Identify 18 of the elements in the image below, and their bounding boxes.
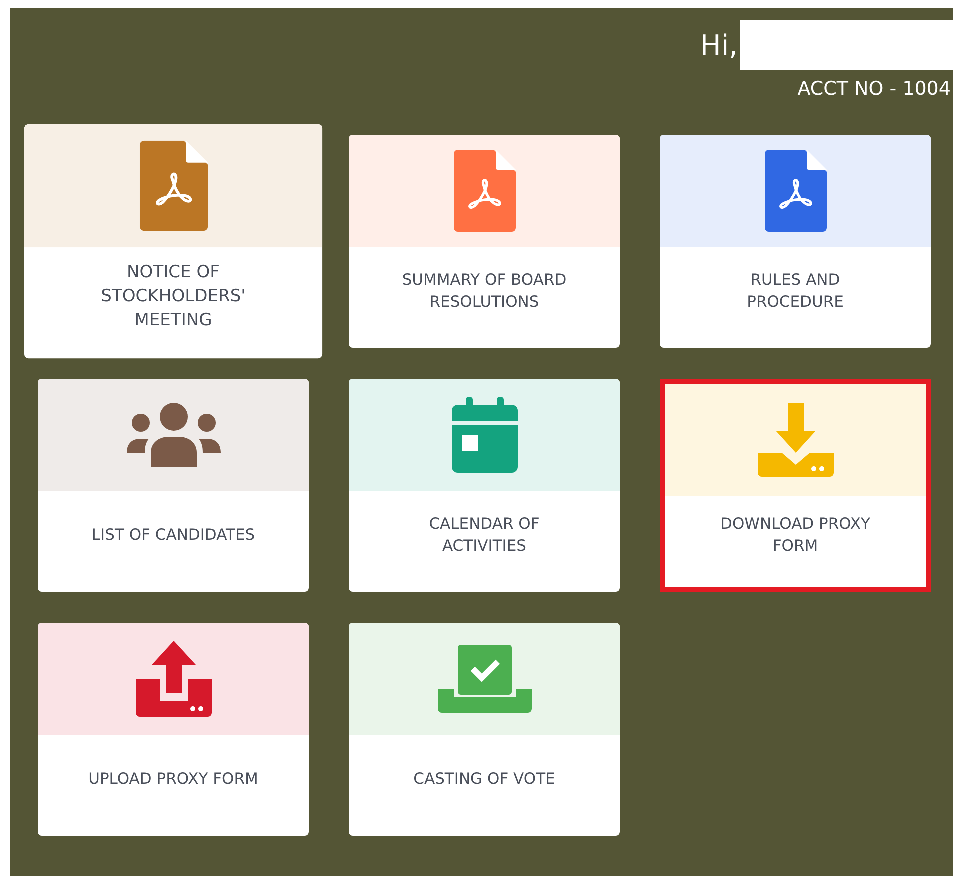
menu-card[interactable]: NOTICE OF STOCKHOLDERS' MEETING (24, 124, 323, 359)
card-title: UPLOAD PROXY FORM (88, 768, 260, 790)
menu-card[interactable]: LIST OF CANDIDATES (38, 379, 309, 592)
card-title: LIST OF CANDIDATES (90, 524, 256, 546)
menu-card[interactable]: SUMMARY OF BOARD RESOLUTIONS (349, 135, 620, 348)
card-title: CALENDAR OF ACTIVITIES (428, 514, 541, 556)
menu-card[interactable]: CALENDAR OF ACTIVITIES (349, 379, 620, 592)
card-title: DOWNLOAD PROXY FORM (720, 514, 872, 556)
card-title: CASTING OF VOTE (412, 768, 556, 790)
menu-card[interactable]: DOWNLOAD PROXY FORM (660, 379, 931, 592)
account-number: ACCT NO - 1004 (798, 78, 951, 100)
menu-card[interactable]: UPLOAD PROXY FORM (38, 623, 309, 836)
card-title: NOTICE OF STOCKHOLDERS' MEETING (100, 260, 247, 332)
menu-card[interactable]: RULES AND PROCEDURE (660, 135, 931, 348)
card-title: SUMMARY OF BOARD RESOLUTIONS (401, 270, 568, 312)
card-title: RULES AND PROCEDURE (746, 270, 845, 312)
menu-card[interactable]: CASTING OF VOTE (349, 623, 620, 836)
greeting-text: Hi, (700, 28, 738, 62)
